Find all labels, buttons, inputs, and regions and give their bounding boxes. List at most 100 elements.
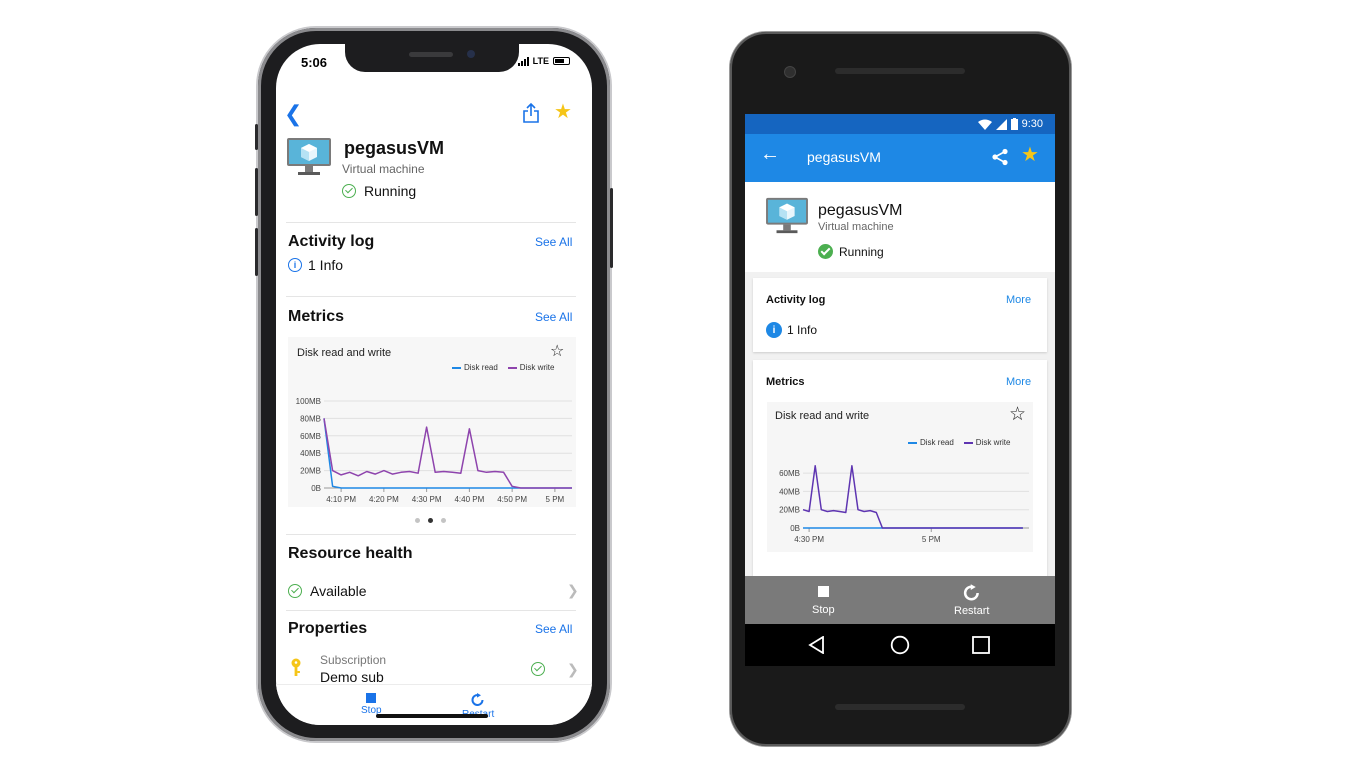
nav-recents-icon[interactable]	[972, 636, 990, 654]
nav-home-icon[interactable]	[890, 635, 910, 655]
ios-speaker	[409, 52, 453, 57]
page-indicator	[415, 518, 446, 523]
android-top-speaker	[835, 68, 965, 74]
android-activity-log-more[interactable]: More	[1006, 294, 1031, 306]
x-tick-label: 5 PM	[922, 535, 941, 544]
android-screen: 9:30 ← pegasusVM ★ pegasusVM Virtual mac…	[745, 114, 1055, 624]
android-bottom-action-bar: Stop Restart	[745, 576, 1055, 624]
iphone-frame: 5:06 LTE ❮ ★ pegasusVM Virtual machine R…	[255, 28, 613, 741]
chevron-right-icon[interactable]: ❯	[567, 661, 579, 678]
android-activity-info-row[interactable]: i 1 Info	[766, 322, 817, 338]
divider	[286, 610, 576, 611]
ios-metrics-chart-card[interactable]: Disk read and write ☆ Disk read Disk wri…	[288, 337, 576, 507]
nav-back-icon[interactable]	[808, 636, 826, 654]
y-tick-label: 20MB	[779, 506, 800, 515]
android-bottom-speaker	[835, 704, 965, 710]
ios-resource-health-row[interactable]: Available	[288, 583, 367, 599]
y-tick-label: 0B	[790, 524, 800, 533]
signal-icon	[517, 56, 529, 66]
page-dot-active	[428, 518, 433, 523]
android-vm-header: pegasusVM Virtual machine Running	[745, 182, 1055, 272]
android-status-running: Running	[818, 244, 884, 259]
android-app-bar: ← pegasusVM ★	[745, 134, 1055, 182]
check-circle-icon	[288, 584, 302, 598]
ios-resource-health-value: Available	[310, 583, 367, 599]
y-tick-label: 60MB	[779, 469, 800, 478]
favorite-star-icon[interactable]: ★	[554, 102, 572, 122]
ios-properties-title: Properties	[288, 620, 368, 637]
restart-icon	[471, 693, 484, 706]
cell-signal-icon	[995, 118, 1007, 130]
ios-resource-health-title: Resource health	[288, 545, 413, 562]
android-status-icons: 9:30	[977, 118, 1043, 130]
iphone-volume-up	[255, 124, 258, 150]
x-tick-label: 4:10 PM	[326, 495, 356, 504]
ios-metrics-title: Metrics	[288, 308, 345, 325]
ios-notch	[345, 44, 519, 72]
key-icon	[290, 658, 302, 683]
check-circle-icon	[818, 244, 833, 259]
ios-network-label: LTE	[532, 56, 549, 66]
ios-status-label: Running	[364, 183, 417, 199]
android-activity-info-label: 1 Info	[787, 323, 818, 337]
ios-vm-type: Virtual machine	[342, 162, 425, 176]
ios-home-indicator[interactable]	[376, 714, 488, 718]
restart-icon	[963, 584, 979, 601]
android-app-bar-title: pegasusVM	[807, 149, 881, 165]
android-activity-log-card[interactable]: Activity log More i 1 Info	[753, 278, 1047, 352]
ios-vm-name: pegasusVM	[344, 138, 445, 158]
android-stop-label: Stop	[812, 604, 835, 616]
ios-properties-see-all[interactable]: See All	[535, 622, 572, 636]
ios-activity-info-row[interactable]: i 1 Info	[288, 257, 343, 273]
x-tick-label: 4:30 PM	[412, 495, 442, 504]
x-tick-label: 5 PM	[546, 495, 565, 504]
divider	[286, 534, 576, 535]
page-dot	[441, 518, 446, 523]
android-vm-type: Virtual machine	[818, 221, 894, 233]
android-status-bar: 9:30	[745, 114, 1055, 134]
chevron-right-icon[interactable]: ❯	[567, 582, 579, 599]
divider	[286, 296, 576, 297]
ios-activity-log-see-all[interactable]: See All	[535, 235, 572, 249]
arrow-back-icon[interactable]: ←	[760, 144, 780, 164]
android-vm-name: pegasusVM	[818, 202, 903, 219]
wifi-icon	[977, 119, 992, 130]
check-circle-icon	[342, 184, 356, 198]
page-dot	[415, 518, 420, 523]
stop-icon	[366, 693, 377, 703]
virtual-machine-icon	[765, 196, 809, 241]
ios-activity-info-label: 1 Info	[308, 257, 344, 273]
ios-status-icons: LTE	[517, 56, 570, 66]
iphone-volume-down-2	[255, 228, 258, 276]
android-restart-label: Restart	[954, 605, 990, 617]
battery-icon	[1010, 118, 1018, 130]
android-metrics-more[interactable]: More	[1006, 376, 1031, 388]
divider	[286, 222, 576, 223]
ios-stop-button[interactable]: Stop	[361, 693, 382, 716]
android-status-label: Running	[839, 244, 884, 259]
android-stop-button[interactable]: Stop	[812, 584, 835, 616]
ios-status-running: Running	[342, 183, 416, 199]
info-icon: i	[288, 258, 302, 272]
share-icon[interactable]	[522, 102, 540, 129]
ios-subscription-value: Demo sub	[320, 669, 384, 685]
x-tick-label: 4:50 PM	[497, 495, 527, 504]
ios-line-chart: 100MB 80MB 60MB 40MB 20MB 0B 4:10 PM 4:20 PM 4:3…	[296, 397, 572, 504]
back-icon[interactable]: ❮	[284, 103, 302, 125]
android-activity-log-title: Activity log	[766, 294, 826, 306]
battery-icon	[553, 57, 570, 65]
x-tick-label: 4:30 PM	[794, 535, 824, 544]
share-icon[interactable]	[991, 148, 1009, 171]
favorite-star-icon[interactable]: ★	[1021, 145, 1039, 165]
ios-metrics-see-all[interactable]: See All	[535, 310, 572, 324]
y-tick-label: 100MB	[296, 397, 321, 406]
ios-camera	[467, 50, 475, 58]
android-restart-button[interactable]: Restart	[954, 584, 989, 617]
y-tick-label: 40MB	[779, 487, 800, 496]
android-metrics-card: Metrics More Disk read and write ☆ Disk …	[753, 360, 1047, 590]
y-tick-label: 60MB	[300, 432, 321, 441]
ios-subscription-label: Subscription	[320, 653, 387, 667]
android-metrics-chart-card[interactable]: Disk read and write ☆ Disk read Disk wri…	[767, 402, 1033, 552]
android-front-camera	[784, 66, 796, 78]
android-line-chart: 60MB 40MB 20MB 0B 4:30 PM 5 PM	[779, 465, 1029, 544]
